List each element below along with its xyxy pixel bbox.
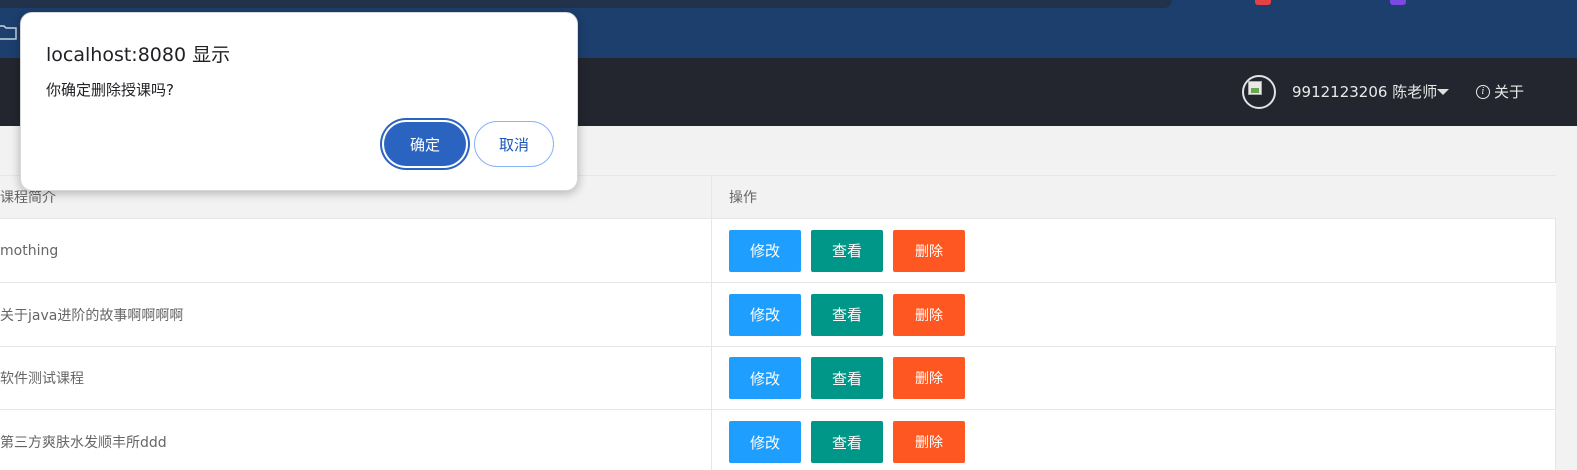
confirm-button[interactable]: 确定: [384, 122, 466, 166]
row-actions: 修改 查看 删除: [712, 410, 1556, 470]
view-button[interactable]: 查看: [811, 357, 883, 399]
delete-button[interactable]: 删除: [893, 293, 965, 336]
course-table: 课程简介 操作 mothing 修改 查看 删除 关于java进阶的故事啊啊啊啊…: [0, 175, 1556, 470]
avatar[interactable]: [1242, 75, 1276, 109]
delete-button[interactable]: 删除: [893, 229, 965, 272]
user-menu[interactable]: 9912123206 陈老师: [1292, 80, 1437, 104]
table-row: mothing 修改 查看 删除: [0, 219, 1556, 283]
info-icon: i: [1476, 85, 1490, 99]
view-button[interactable]: 查看: [811, 421, 883, 463]
course-intro: 关于java进阶的故事啊啊啊啊: [0, 283, 712, 346]
column-header-actions: 操作: [729, 190, 757, 206]
table-row: 第三方爽肤水发顺丰所ddd 修改 查看 删除: [0, 410, 1556, 470]
view-button[interactable]: 查看: [811, 229, 883, 272]
dialog-title: localhost:8080 显示: [46, 44, 231, 66]
about-label: 关于: [1494, 83, 1525, 101]
folder-icon[interactable]: [0, 23, 18, 41]
course-intro: mothing: [0, 219, 712, 282]
course-intro: 软件测试课程: [0, 347, 712, 409]
row-actions: 修改 查看 删除: [712, 347, 1556, 409]
broken-image-icon: [1248, 81, 1262, 95]
cancel-button[interactable]: 取消: [474, 121, 554, 167]
course-intro: 第三方爽肤水发顺丰所ddd: [0, 410, 712, 470]
edit-button[interactable]: 修改: [729, 293, 801, 336]
table-row: 关于java进阶的故事啊啊啊啊 修改 查看 删除: [0, 283, 1556, 347]
table-row: 软件测试课程 修改 查看 删除: [0, 347, 1556, 410]
row-actions: 修改 查看 删除: [712, 219, 1556, 282]
edit-button[interactable]: 修改: [729, 229, 801, 272]
edit-button[interactable]: 修改: [729, 421, 801, 463]
extension-icon[interactable]: [1255, 0, 1271, 5]
address-bar[interactable]: [0, 0, 1172, 8]
row-actions: 修改 查看 删除: [712, 283, 1556, 346]
view-button[interactable]: 查看: [811, 293, 883, 336]
extension-icon[interactable]: [1390, 0, 1406, 5]
edit-button[interactable]: 修改: [729, 357, 801, 399]
delete-button[interactable]: 删除: [893, 421, 965, 463]
delete-button[interactable]: 删除: [893, 357, 965, 399]
about-link[interactable]: i 关于: [1476, 80, 1524, 104]
confirm-dialog: localhost:8080 显示 你确定删除授课吗? 确定 取消: [20, 12, 578, 191]
dialog-message: 你确定删除授课吗?: [46, 81, 174, 99]
chevron-down-icon[interactable]: [1437, 89, 1449, 95]
